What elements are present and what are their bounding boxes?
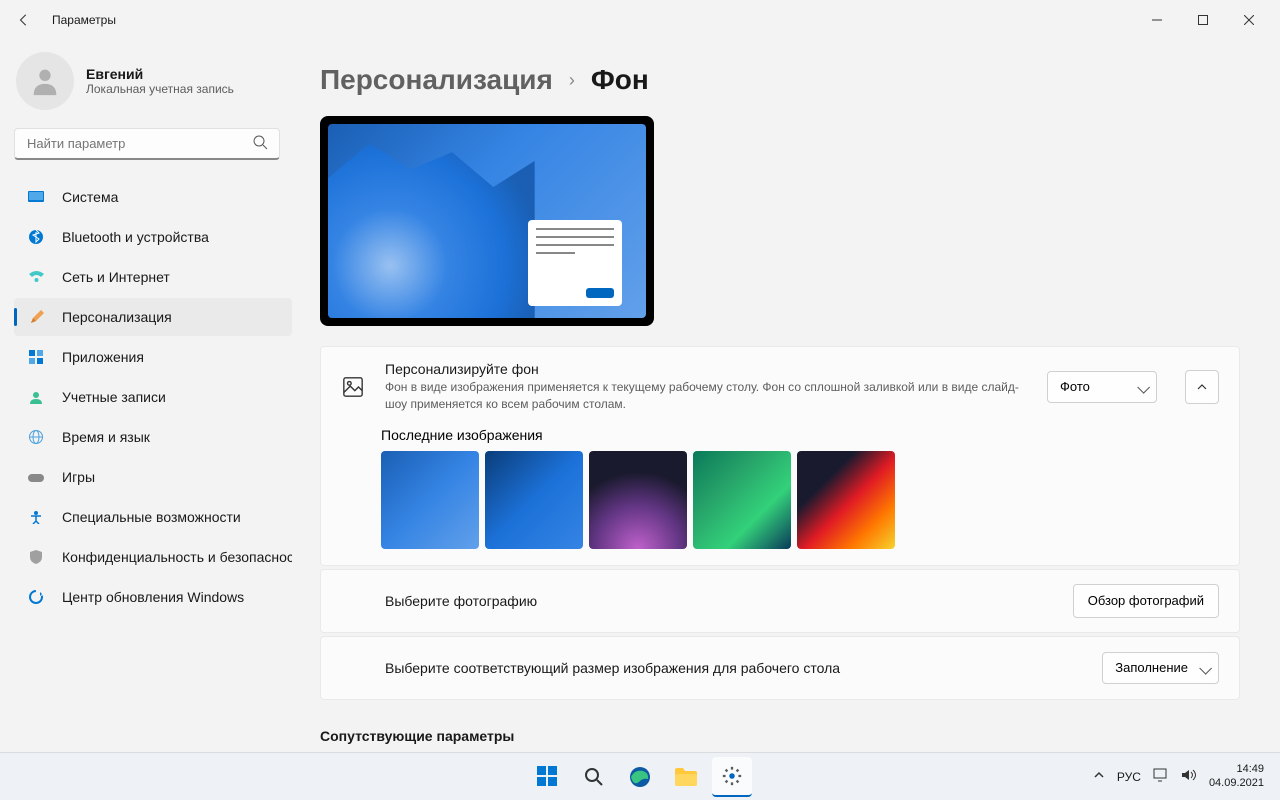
sidebar-item-label: Специальные возможности <box>62 509 241 525</box>
bluetooth-icon <box>28 229 44 245</box>
recent-image-thumb[interactable] <box>381 451 479 549</box>
user-block[interactable]: Евгений Локальная учетная запись <box>14 52 292 110</box>
user-subtitle: Локальная учетная запись <box>86 82 234 96</box>
update-icon <box>28 589 44 605</box>
recent-image-thumb[interactable] <box>589 451 687 549</box>
sidebar-item-label: Игры <box>62 469 95 485</box>
search-wrap <box>14 128 292 160</box>
edge-icon <box>629 766 651 788</box>
window-title: Параметры <box>52 13 116 27</box>
volume-icon[interactable] <box>1181 768 1197 785</box>
sidebar-item-system[interactable]: Система <box>14 178 292 216</box>
sidebar-item-label: Время и язык <box>62 429 150 445</box>
recent-images-row <box>381 451 1219 549</box>
search-icon <box>252 134 268 155</box>
person-icon <box>28 64 62 98</box>
globe-icon <box>28 429 44 445</box>
sidebar-item-label: Конфиденциальность и безопасность <box>62 549 292 565</box>
background-type-dropdown[interactable]: Фото <box>1047 371 1157 403</box>
sidebar-item-privacy[interactable]: Конфиденциальность и безопасность <box>14 538 292 576</box>
maximize-button[interactable] <box>1180 4 1226 36</box>
taskbar: РУС 14:49 04.09.2021 <box>0 752 1280 800</box>
breadcrumb: Персонализация › Фон <box>320 64 1240 96</box>
search-icon <box>584 767 604 787</box>
windows-icon <box>537 766 559 788</box>
recent-image-thumb[interactable] <box>693 451 791 549</box>
display-icon <box>28 189 44 205</box>
search-button[interactable] <box>574 757 614 797</box>
avatar <box>16 52 74 110</box>
titlebar: Параметры <box>0 0 1280 40</box>
gamepad-icon <box>28 469 44 485</box>
sidebar-item-gaming[interactable]: Игры <box>14 458 292 496</box>
sidebar-item-label: Bluetooth и устройства <box>62 229 209 245</box>
personalize-background-card: Персонализируйте фон Фон в виде изображе… <box>320 346 1240 566</box>
language-indicator[interactable]: РУС <box>1117 770 1141 784</box>
sidebar-item-label: Учетные записи <box>62 389 166 405</box>
paintbrush-icon <box>28 309 44 325</box>
sidebar-item-label: Персонализация <box>62 309 172 325</box>
minimize-button[interactable] <box>1134 4 1180 36</box>
gear-icon <box>721 765 743 787</box>
recent-image-thumb[interactable] <box>797 451 895 549</box>
folder-icon <box>675 768 697 786</box>
sidebar-item-label: Центр обновления Windows <box>62 589 244 605</box>
choose-fit-row: Выберите соответствующий размер изображе… <box>320 636 1240 700</box>
row演description: Фон в виде изображения применяется к тек… <box>385 379 1027 413</box>
explorer-button[interactable] <box>666 757 706 797</box>
row-title: Выберите фотографию <box>385 593 1053 609</box>
account-icon <box>28 389 44 405</box>
sidebar-item-label: Приложения <box>62 349 144 365</box>
sidebar-item-bluetooth[interactable]: Bluetooth и устройства <box>14 218 292 256</box>
sidebar-item-personalization[interactable]: Персонализация <box>14 298 292 336</box>
image-icon <box>341 376 365 398</box>
fit-dropdown[interactable]: Заполнение <box>1102 652 1219 684</box>
wifi-icon <box>28 269 44 285</box>
recent-image-thumb[interactable] <box>485 451 583 549</box>
sidebar: Евгений Локальная учетная запись Система… <box>0 40 300 752</box>
chevron-up-icon <box>1196 381 1208 393</box>
tray-chevron-icon[interactable] <box>1093 769 1105 784</box>
shield-icon <box>28 549 44 565</box>
chevron-right-icon: › <box>569 70 575 91</box>
window-controls <box>1134 4 1272 36</box>
sidebar-item-label: Система <box>62 189 118 205</box>
sidebar-item-apps[interactable]: Приложения <box>14 338 292 376</box>
sidebar-item-label: Сеть и Интернет <box>62 269 170 285</box>
row-title: Выберите соответствующий размер изображе… <box>385 660 1082 676</box>
sidebar-item-network[interactable]: Сеть и Интернет <box>14 258 292 296</box>
main-content: Персонализация › Фон Персонализируйте фо… <box>300 40 1280 752</box>
sidebar-item-windows-update[interactable]: Центр обновления Windows <box>14 578 292 616</box>
close-button[interactable] <box>1226 4 1272 36</box>
sidebar-item-accounts[interactable]: Учетные записи <box>14 378 292 416</box>
breadcrumb-current: Фон <box>591 64 649 96</box>
maximize-icon <box>1198 15 1208 25</box>
row-title: Персонализируйте фон <box>385 361 1027 377</box>
related-settings-header: Сопутствующие параметры <box>320 728 1240 744</box>
edge-button[interactable] <box>620 757 660 797</box>
close-icon <box>1244 15 1254 25</box>
user-name: Евгений <box>86 66 234 82</box>
network-icon[interactable] <box>1153 768 1169 785</box>
minimize-icon <box>1152 15 1162 25</box>
search-input[interactable] <box>14 128 280 160</box>
sidebar-item-accessibility[interactable]: Специальные возможности <box>14 498 292 536</box>
start-button[interactable] <box>528 757 568 797</box>
arrow-left-icon <box>17 13 31 27</box>
choose-photo-row: Выберите фотографию Обзор фотографий <box>320 569 1240 633</box>
back-button[interactable] <box>8 4 40 36</box>
breadcrumb-parent[interactable]: Персонализация <box>320 64 553 96</box>
collapse-button[interactable] <box>1185 370 1219 404</box>
apps-icon <box>28 349 44 365</box>
accessibility-icon <box>28 509 44 525</box>
desktop-preview <box>320 116 654 326</box>
clock[interactable]: 14:49 04.09.2021 <box>1209 763 1264 789</box>
browse-photos-button[interactable]: Обзор фотографий <box>1073 584 1219 618</box>
sidebar-item-time-language[interactable]: Время и язык <box>14 418 292 456</box>
settings-button[interactable] <box>712 757 752 797</box>
recent-images-label: Последние изображения <box>381 427 1219 443</box>
